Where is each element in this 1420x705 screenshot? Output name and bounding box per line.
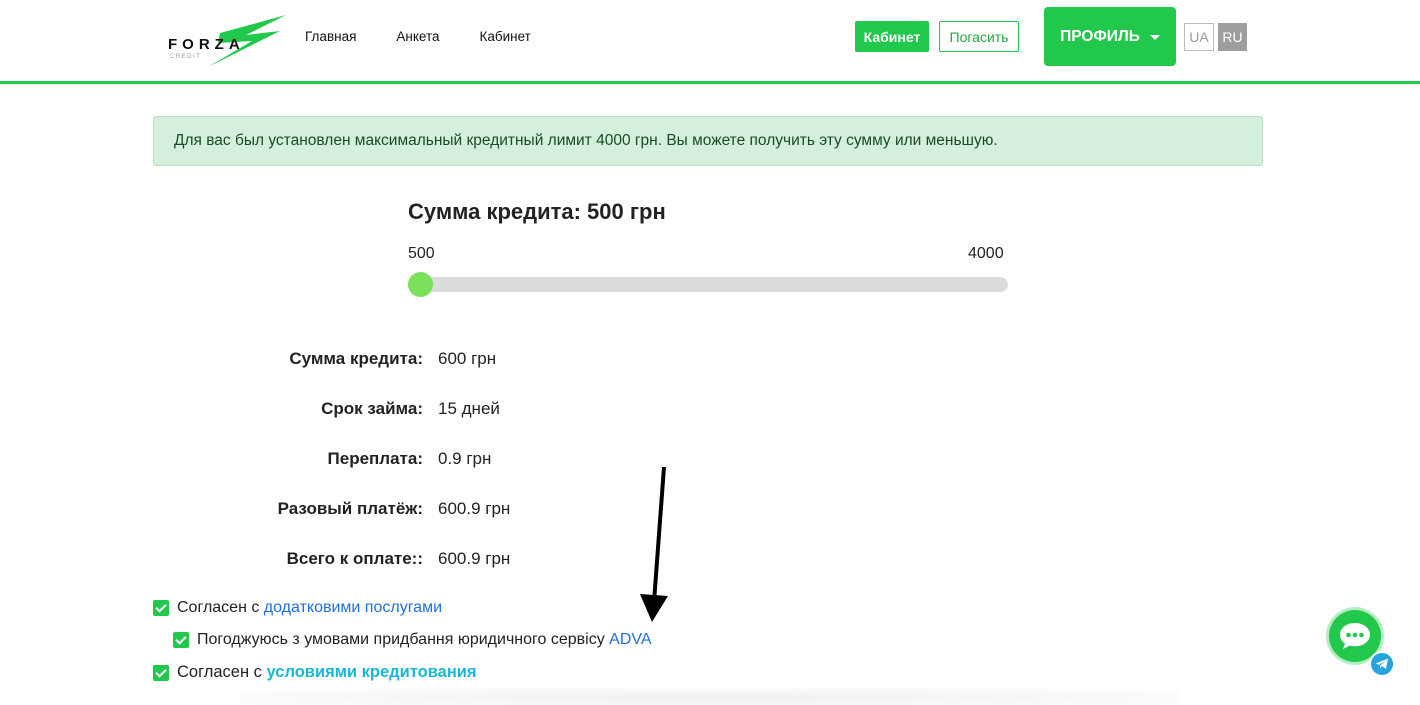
lang-ru-button[interactable]: RU bbox=[1218, 23, 1247, 51]
check-icon[interactable] bbox=[173, 632, 189, 648]
agreement-credit-terms: Согласен с условиями кредитования bbox=[153, 663, 477, 682]
nav-cabinet[interactable]: Кабинет bbox=[480, 29, 531, 45]
detail-label-single-payment: Разовый платёж: bbox=[277, 499, 423, 518]
credit-terms-link[interactable]: условиями кредитования bbox=[267, 663, 477, 682]
lang-ua-button[interactable]: UA bbox=[1184, 23, 1214, 51]
detail-value-term: 15 дней bbox=[438, 399, 500, 418]
loan-amount-title: Сумма кредита: 500 грн bbox=[408, 199, 666, 224]
chat-icon bbox=[1340, 623, 1370, 649]
caret-down-icon bbox=[1149, 34, 1160, 40]
credit-limit-alert: Для вас был установлен максимальный кред… bbox=[153, 116, 1263, 166]
slider-min-label: 500 bbox=[408, 245, 435, 262]
agreement-additional-services: Согласен с додатковими послугами bbox=[153, 599, 442, 617]
arrow-annotation bbox=[640, 466, 668, 622]
cabinet-button[interactable]: Кабинет bbox=[855, 21, 929, 52]
detail-label-overpayment: Переплата: bbox=[327, 449, 423, 468]
site-header: FORZA CREDIT Главная Анкета Кабинет Каби… bbox=[0, 0, 1420, 84]
detail-value-single-payment: 600.9 грн bbox=[438, 499, 511, 518]
loan-amount-slider-track[interactable] bbox=[408, 277, 1008, 292]
logo-text: FORZA bbox=[168, 36, 245, 53]
profile-button-label: ПРОФИЛЬ bbox=[1060, 27, 1140, 45]
detail-label-term: Срок займа: bbox=[321, 399, 423, 418]
profile-dropdown-button[interactable]: ПРОФИЛЬ bbox=[1044, 7, 1176, 66]
check-icon[interactable] bbox=[153, 664, 169, 681]
loan-amount-slider-thumb[interactable] bbox=[408, 272, 433, 297]
repay-button[interactable]: Погасить bbox=[939, 21, 1019, 52]
alert-text: Для вас был установлен максимальный кред… bbox=[174, 132, 998, 149]
main-nav: Главная Анкета Кабинет bbox=[305, 29, 571, 45]
nav-home[interactable]: Главная bbox=[305, 29, 356, 45]
adva-link[interactable]: ADVA bbox=[609, 631, 651, 649]
telegram-button[interactable] bbox=[1369, 651, 1395, 677]
detail-value-total: 600.9 грн bbox=[438, 549, 511, 568]
additional-services-link[interactable]: додатковими послугами bbox=[264, 599, 442, 617]
bottom-shadow bbox=[240, 688, 1180, 705]
agreement-prefix: Погоджуюсь з умовами придбання юридичног… bbox=[197, 631, 610, 648]
detail-label-amount: Сумма кредита: bbox=[289, 349, 423, 368]
agreement-legal-service: Погоджуюсь з умовами придбання юридичног… bbox=[173, 631, 652, 649]
telegram-icon bbox=[1375, 658, 1388, 669]
check-icon[interactable] bbox=[153, 600, 169, 616]
slider-max-label: 4000 bbox=[968, 245, 1004, 262]
detail-value-overpayment: 0.9 грн bbox=[438, 449, 492, 468]
logo-subtext: CREDIT bbox=[170, 54, 201, 60]
forza-credit-logo[interactable]: FORZA CREDIT bbox=[168, 5, 292, 71]
agreement-prefix: Согласен с bbox=[177, 663, 267, 681]
detail-value-amount: 600 грн bbox=[438, 349, 497, 368]
nav-application[interactable]: Анкета bbox=[396, 29, 439, 45]
detail-label-total: Всего к оплате:: bbox=[286, 549, 423, 568]
agreement-prefix: Согласен с bbox=[177, 599, 264, 616]
